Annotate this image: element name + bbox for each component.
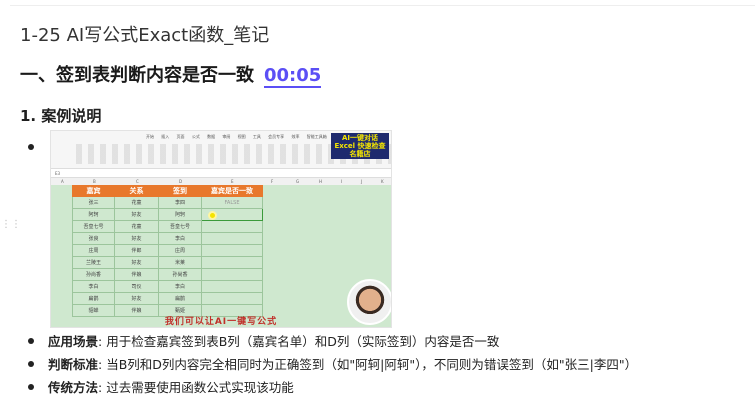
table-row: 兰陵王 好友 米莱 xyxy=(72,256,263,269)
table-cell[interactable]: 花童 xyxy=(114,220,159,233)
table-cell[interactable] xyxy=(201,244,263,257)
table-cell[interactable]: 好友 xyxy=(114,208,159,221)
table-cell[interactable]: 米莱 xyxy=(158,256,202,269)
column-header[interactable]: H xyxy=(319,179,322,184)
drag-handle-icon[interactable]: ⋮⋮ xyxy=(1,220,21,230)
column-header[interactable]: C xyxy=(136,179,139,184)
table-row: 庄周 伴郎 庄周 xyxy=(72,244,263,257)
list-item: 判断标准: 当B列和D列内容完全相同时为正确签到（如"阿轲|阿轲"），不同则为错… xyxy=(48,354,637,373)
table-row: 张三 花童 李四 FALSE xyxy=(72,196,263,209)
table-row: 吾皇七号 花童 吾皇七号 xyxy=(72,220,263,233)
table-cell[interactable]: 庄周 xyxy=(158,244,202,257)
bullet-dot xyxy=(28,144,34,150)
header-cell: 嘉宾 xyxy=(72,185,115,197)
subsection-heading: 1. 案例说明 xyxy=(20,107,102,125)
table-cell[interactable] xyxy=(201,292,263,305)
table-row: 阿轲 好友 阿轲 xyxy=(72,208,263,221)
table-row: 张良 好友 李白 xyxy=(72,232,263,245)
item-label: 应用场景 xyxy=(48,334,99,349)
table-cell[interactable]: 张良 xyxy=(72,232,115,245)
header-cell: 嘉宾是否一致 xyxy=(201,185,263,197)
table-row: 扁鹊 好友 扁鹊 xyxy=(72,292,263,305)
table-cell[interactable]: 好友 xyxy=(114,292,159,305)
column-header[interactable]: B xyxy=(93,179,96,184)
list-item: 传统方法: 过去需要使用函数公式实现该功能 xyxy=(48,377,294,396)
column-header[interactable]: K xyxy=(381,179,384,184)
column-header[interactable]: F xyxy=(271,179,273,184)
ribbon-tabs: 开始 插入 页面 公式 数据 审阅 视图 工具 会员专享 效率 智能工具箱 xyxy=(146,134,327,139)
table-cell[interactable]: 孙尚香 xyxy=(72,268,115,281)
formula-bar: E3 xyxy=(51,169,391,178)
column-header[interactable]: D xyxy=(179,179,182,184)
table-cell[interactable]: 吾皇七号 xyxy=(158,220,202,233)
table-row: 孙尚香 伴娘 孙尚香 xyxy=(72,268,263,281)
table-cell[interactable]: 李白 xyxy=(158,280,202,293)
item-text: : 用于检查嘉宾签到表B列（嘉宾名单）和D列（实际签到）内容是否一致 xyxy=(98,334,500,349)
video-screenshot[interactable]: 开始 插入 页面 公式 数据 审阅 视图 工具 会员专享 效率 智能工具箱 AI… xyxy=(50,130,392,328)
table-cell[interactable]: 李白 xyxy=(72,280,115,293)
section-heading: 一、签到表判断内容是否一致 00:05 xyxy=(20,61,322,88)
table-cell[interactable] xyxy=(201,256,263,269)
bullet-dot xyxy=(28,361,34,367)
table-cell[interactable]: 阿轲 xyxy=(72,208,115,221)
table-cell[interactable]: 好友 xyxy=(114,232,159,245)
item-text: : 过去需要使用函数公式实现该功能 xyxy=(98,380,294,395)
table-cell[interactable]: 张三 xyxy=(72,196,115,209)
column-header[interactable]: I xyxy=(341,179,342,184)
table-cell[interactable] xyxy=(201,268,263,281)
list-item: 应用场景: 用于检查嘉宾签到表B列（嘉宾名单）和D列（实际签到）内容是否一致 xyxy=(48,331,499,350)
cell-ref: E3 xyxy=(55,171,61,176)
timestamp-link[interactable]: 00:05 xyxy=(264,65,322,88)
table-cell[interactable]: 伴郎 xyxy=(114,244,159,257)
table-cell[interactable]: 吾皇七号 xyxy=(72,220,115,233)
table-cell[interactable]: 李白 xyxy=(158,232,202,245)
table-cell[interactable]: 扁鹊 xyxy=(158,292,202,305)
table-cell[interactable] xyxy=(201,232,263,245)
top-divider xyxy=(10,5,755,6)
column-header[interactable]: E xyxy=(231,179,234,184)
table-cell[interactable]: 孙尚香 xyxy=(158,268,202,281)
column-header[interactable]: J xyxy=(361,179,362,184)
table-cell[interactable]: 花童 xyxy=(114,196,159,209)
table-cell[interactable] xyxy=(201,280,263,293)
bullet-dot xyxy=(28,338,34,344)
table-cell[interactable]: FALSE xyxy=(201,196,263,209)
column-headers: A B C D E F G H I J K xyxy=(51,178,391,185)
excel-ribbon: 开始 插入 页面 公式 数据 审阅 视图 工具 会员专享 效率 智能工具箱 AI… xyxy=(51,131,391,169)
section-heading-text: 一、签到表判断内容是否一致 xyxy=(20,65,254,86)
table-cell[interactable]: 司仪 xyxy=(114,280,159,293)
item-label: 传统方法 xyxy=(48,380,99,395)
signin-table: 嘉宾 关系 签到 嘉宾是否一致 张三 花童 李四 FALSE 阿轲 好友 阿轲 吾皇七号 花童吾… xyxy=(72,185,263,317)
table-cell[interactable] xyxy=(201,220,263,233)
column-header[interactable]: A xyxy=(61,179,64,184)
table-cell[interactable]: 扁鹊 xyxy=(72,292,115,305)
bullet-dot xyxy=(28,384,34,390)
table-cell[interactable]: 阿轲 xyxy=(158,208,202,221)
table-cell[interactable]: 好友 xyxy=(114,256,159,269)
header-cell: 关系 xyxy=(114,185,159,197)
table-row: 李白 司仪 李白 xyxy=(72,280,263,293)
video-caption: 我们可以让AI一键写公式 xyxy=(164,317,278,327)
table-cell[interactable]: 李四 xyxy=(158,196,202,209)
doc-title: 1-25 AI写公式Exact函数_笔记 xyxy=(20,25,270,46)
column-header[interactable]: G xyxy=(296,179,299,184)
header-cell: 签到 xyxy=(158,185,202,197)
table-cell[interactable]: 庄周 xyxy=(72,244,115,257)
item-text: : 当B列和D列内容完全相同时为正确签到（如"阿轲|阿轲"），不同则为错误签到（… xyxy=(98,357,638,372)
item-label: 判断标准 xyxy=(48,357,99,372)
promo-banner: AI一键对话Excel 快速检查名籍店 xyxy=(331,133,389,159)
table-cell[interactable]: 伴娘 xyxy=(114,268,159,281)
table-cell[interactable]: 兰陵王 xyxy=(72,256,115,269)
mouse-cursor-icon xyxy=(208,211,217,220)
